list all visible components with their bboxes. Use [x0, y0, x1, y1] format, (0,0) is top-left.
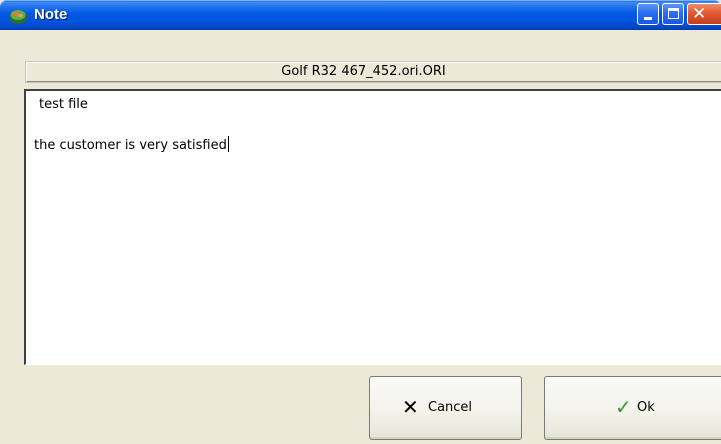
x-icon: ✕: [402, 395, 419, 419]
close-icon: ✕: [692, 4, 707, 24]
note-text-area[interactable]: test file the customer is very satisfied: [24, 89, 721, 365]
cancel-button[interactable]: ✕ Cancel: [369, 376, 522, 440]
minimize-button[interactable]: [637, 3, 659, 25]
text-caret: [227, 136, 229, 152]
ok-button[interactable]: ✓ Ok: [544, 376, 721, 440]
ok-button-label: Ok: [637, 400, 655, 415]
cancel-button-label: Cancel: [428, 400, 473, 415]
checkmark-icon: ✓: [615, 395, 632, 419]
filename-label: Golf R32 467_452.ori.ORI: [281, 64, 446, 79]
note-window: Note ✕ Golf R32 467_452.ori.ORI test fil…: [0, 0, 721, 444]
note-line: test file: [39, 97, 88, 112]
note-app-icon: [9, 10, 27, 24]
note-line: the customer is very satisfied: [34, 138, 227, 153]
maximize-icon: [668, 8, 679, 19]
note-line-with-caret: the customer is very satisfied: [34, 136, 229, 153]
minimize-icon: [644, 17, 652, 20]
window-title: Note: [34, 6, 68, 23]
title-bar[interactable]: Note ✕: [0, 0, 721, 30]
close-button[interactable]: ✕: [687, 3, 721, 25]
filename-header: Golf R32 467_452.ori.ORI: [25, 61, 721, 83]
maximize-button[interactable]: [662, 3, 684, 25]
